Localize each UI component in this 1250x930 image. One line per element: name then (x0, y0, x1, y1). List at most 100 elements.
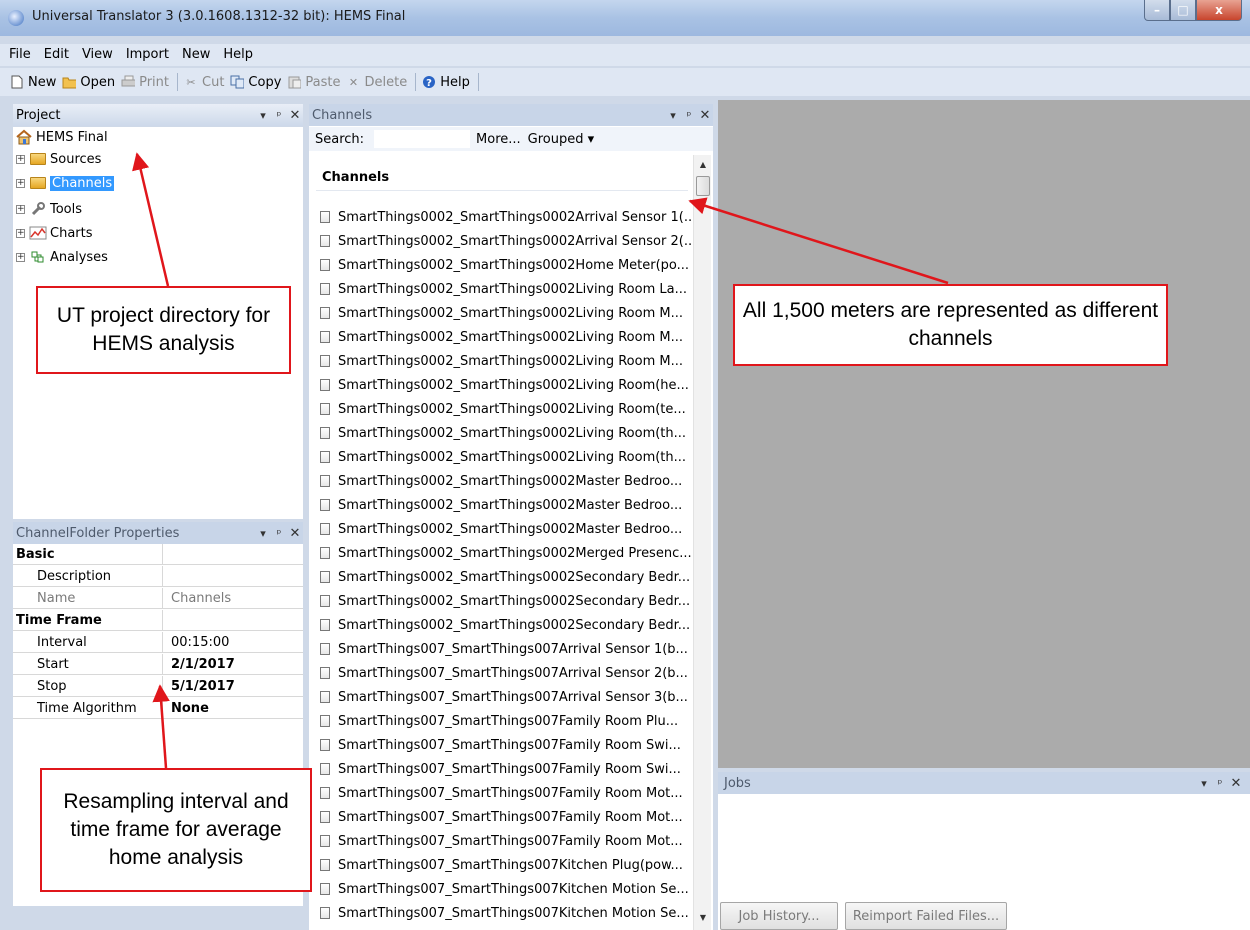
channel-label: SmartThings0002_SmartThings0002Secondary… (338, 569, 691, 585)
channel-item[interactable]: SmartThings007_SmartThings007Arrival Sen… (312, 685, 692, 709)
close-icon[interactable]: ✕ (1228, 776, 1244, 791)
help-button[interactable]: ? Help (422, 75, 470, 90)
channel-item[interactable]: SmartThings0002_SmartThings0002Living Ro… (312, 421, 692, 445)
menu-edit[interactable]: Edit (44, 44, 79, 66)
property-row-name[interactable]: Name Channels (13, 588, 303, 609)
maximize-button[interactable]: □ (1170, 0, 1196, 21)
property-category-time-frame[interactable]: Time Frame (13, 610, 303, 631)
channel-item[interactable]: SmartThings0002_SmartThings0002Secondary… (312, 613, 692, 637)
expand-icon[interactable]: + (16, 228, 25, 238)
channels-scrollbar[interactable]: ▲ ▼ (693, 155, 711, 930)
tree-item-tools[interactable]: + Tools (16, 199, 82, 219)
channel-item[interactable]: SmartThings0002_SmartThings0002Living Ro… (312, 397, 692, 421)
panel-dropdown-icon[interactable]: ▾ (665, 109, 681, 122)
close-button[interactable]: x (1196, 0, 1242, 21)
grouped-dropdown[interactable]: Grouped ▾ (528, 132, 595, 147)
channel-label: SmartThings0002_SmartThings0002Living Ro… (338, 449, 687, 465)
property-value[interactable] (163, 566, 303, 586)
panel-dropdown-icon[interactable]: ▾ (255, 527, 271, 540)
channel-item[interactable]: SmartThings0002_SmartThings0002Home Mete… (312, 253, 692, 277)
tree-item-analyses[interactable]: + Analyses (16, 247, 108, 267)
pin-icon[interactable]: ᵖ (271, 109, 287, 122)
scroll-thumb[interactable] (696, 176, 710, 196)
property-value[interactable]: 2/1/2017 (163, 654, 303, 674)
print-button-label: Print (139, 74, 169, 90)
menu-new[interactable]: New (182, 44, 220, 66)
channel-item[interactable]: SmartThings0002_SmartThings0002Living Ro… (312, 301, 692, 325)
channels-panel-title: Channels (312, 107, 373, 123)
pin-icon[interactable]: ᵖ (681, 109, 697, 122)
menu-import[interactable]: Import (126, 44, 179, 66)
close-icon[interactable]: ✕ (697, 108, 713, 123)
property-value[interactable]: 5/1/2017 (163, 676, 303, 696)
project-root-label: HEMS Final (36, 129, 108, 145)
property-row-description[interactable]: Description (13, 566, 303, 587)
channel-item[interactable]: SmartThings0002_SmartThings0002Merged Pr… (312, 541, 692, 565)
menu-view[interactable]: View (82, 44, 123, 66)
channel-item[interactable]: SmartThings007_SmartThings007Family Room… (312, 709, 692, 733)
panel-dropdown-icon[interactable]: ▾ (1196, 777, 1212, 790)
property-row-start[interactable]: Start 2/1/2017 (13, 654, 303, 675)
channel-item[interactable]: SmartThings0002_SmartThings0002Living Ro… (312, 277, 692, 301)
channel-item[interactable]: SmartThings0002_SmartThings0002Living Ro… (312, 325, 692, 349)
reimport-failed-files-button[interactable]: Reimport Failed Files... (845, 902, 1007, 930)
channel-item[interactable]: SmartThings007_SmartThings007Kitchen Mot… (312, 877, 692, 901)
property-row-stop[interactable]: Stop 5/1/2017 (13, 676, 303, 697)
channel-item[interactable]: SmartThings0002_SmartThings0002Master Be… (312, 493, 692, 517)
expand-icon[interactable]: + (16, 204, 25, 214)
pin-icon[interactable]: ᵖ (271, 527, 287, 540)
cut-button[interactable]: ✂ Cut (184, 75, 224, 90)
channel-item[interactable]: SmartThings007_SmartThings007Arrival Sen… (312, 637, 692, 661)
scroll-down-arrow-icon[interactable]: ▼ (694, 910, 712, 926)
jobs-panel-title: Jobs (724, 775, 751, 791)
tree-item-charts[interactable]: + Charts (16, 223, 93, 243)
channel-item[interactable]: SmartThings007_SmartThings007Family Room… (312, 805, 692, 829)
property-value[interactable]: None (163, 698, 303, 718)
close-icon[interactable]: ✕ (287, 526, 303, 541)
pin-icon[interactable]: ᵖ (1212, 777, 1228, 790)
new-button[interactable]: New (10, 75, 56, 90)
channel-item[interactable]: SmartThings007_SmartThings007Family Room… (312, 757, 692, 781)
tree-item-channels[interactable]: + Channels (16, 173, 115, 193)
more-button[interactable]: More... (476, 132, 521, 147)
channel-item[interactable]: SmartThings0002_SmartThings0002Secondary… (312, 565, 692, 589)
channel-item[interactable]: SmartThings0002_SmartThings0002Arrival S… (312, 229, 692, 253)
menu-file[interactable]: File (9, 44, 41, 66)
print-button[interactable]: Print (121, 75, 169, 90)
channel-item[interactable]: SmartThings007_SmartThings007Kitchen Plu… (312, 853, 692, 877)
channel-item[interactable]: SmartThings0002_SmartThings0002Living Ro… (312, 349, 692, 373)
property-row-time-algorithm[interactable]: Time Algorithm None (13, 698, 303, 719)
channel-item[interactable]: SmartThings0002_SmartThings0002Secondary… (312, 589, 692, 613)
property-row-interval[interactable]: Interval 00:15:00 (13, 632, 303, 653)
channel-item[interactable]: SmartThings0002_SmartThings0002Living Ro… (312, 373, 692, 397)
scroll-up-arrow-icon[interactable]: ▲ (694, 157, 712, 173)
search-input[interactable] (374, 130, 471, 148)
channel-item[interactable]: SmartThings007_SmartThings007Kitchen Mot… (312, 901, 692, 925)
channel-item[interactable]: SmartThings0002_SmartThings0002Arrival S… (312, 205, 692, 229)
channel-item[interactable]: SmartThings007_SmartThings007Arrival Sen… (312, 661, 692, 685)
property-value[interactable]: 00:15:00 (163, 632, 303, 652)
expand-icon[interactable]: + (16, 154, 25, 164)
open-button[interactable]: Open (62, 75, 115, 90)
job-history-button[interactable]: Job History... (720, 902, 838, 930)
paste-button[interactable]: Paste (287, 75, 341, 90)
channel-item[interactable]: SmartThings007_SmartThings007Family Room… (312, 781, 692, 805)
channel-label: SmartThings007_SmartThings007Arrival Sen… (338, 665, 688, 681)
channel-item[interactable]: SmartThings007_SmartThings007Family Room… (312, 829, 692, 853)
expand-icon[interactable]: + (16, 178, 25, 188)
panel-dropdown-icon[interactable]: ▾ (255, 109, 271, 122)
channel-item[interactable]: SmartThings0002_SmartThings0002Living Ro… (312, 445, 692, 469)
menu-help[interactable]: Help (223, 44, 263, 66)
expand-icon[interactable]: + (16, 252, 25, 262)
property-category-basic[interactable]: Basic (13, 544, 303, 565)
copy-button[interactable]: Copy (230, 75, 281, 90)
minimize-button[interactable]: – (1144, 0, 1170, 21)
channel-item[interactable]: SmartThings0002_SmartThings0002Master Be… (312, 469, 692, 493)
channel-item[interactable]: SmartThings007_SmartThings007Family Room… (312, 733, 692, 757)
project-root[interactable]: HEMS Final (15, 127, 108, 147)
channel-item[interactable]: SmartThings0002_SmartThings0002Master Be… (312, 517, 692, 541)
document-workspace (718, 100, 1250, 768)
delete-button[interactable]: ✕ Delete (347, 75, 407, 90)
close-icon[interactable]: ✕ (287, 108, 303, 123)
tree-item-sources[interactable]: + Sources (16, 149, 101, 169)
